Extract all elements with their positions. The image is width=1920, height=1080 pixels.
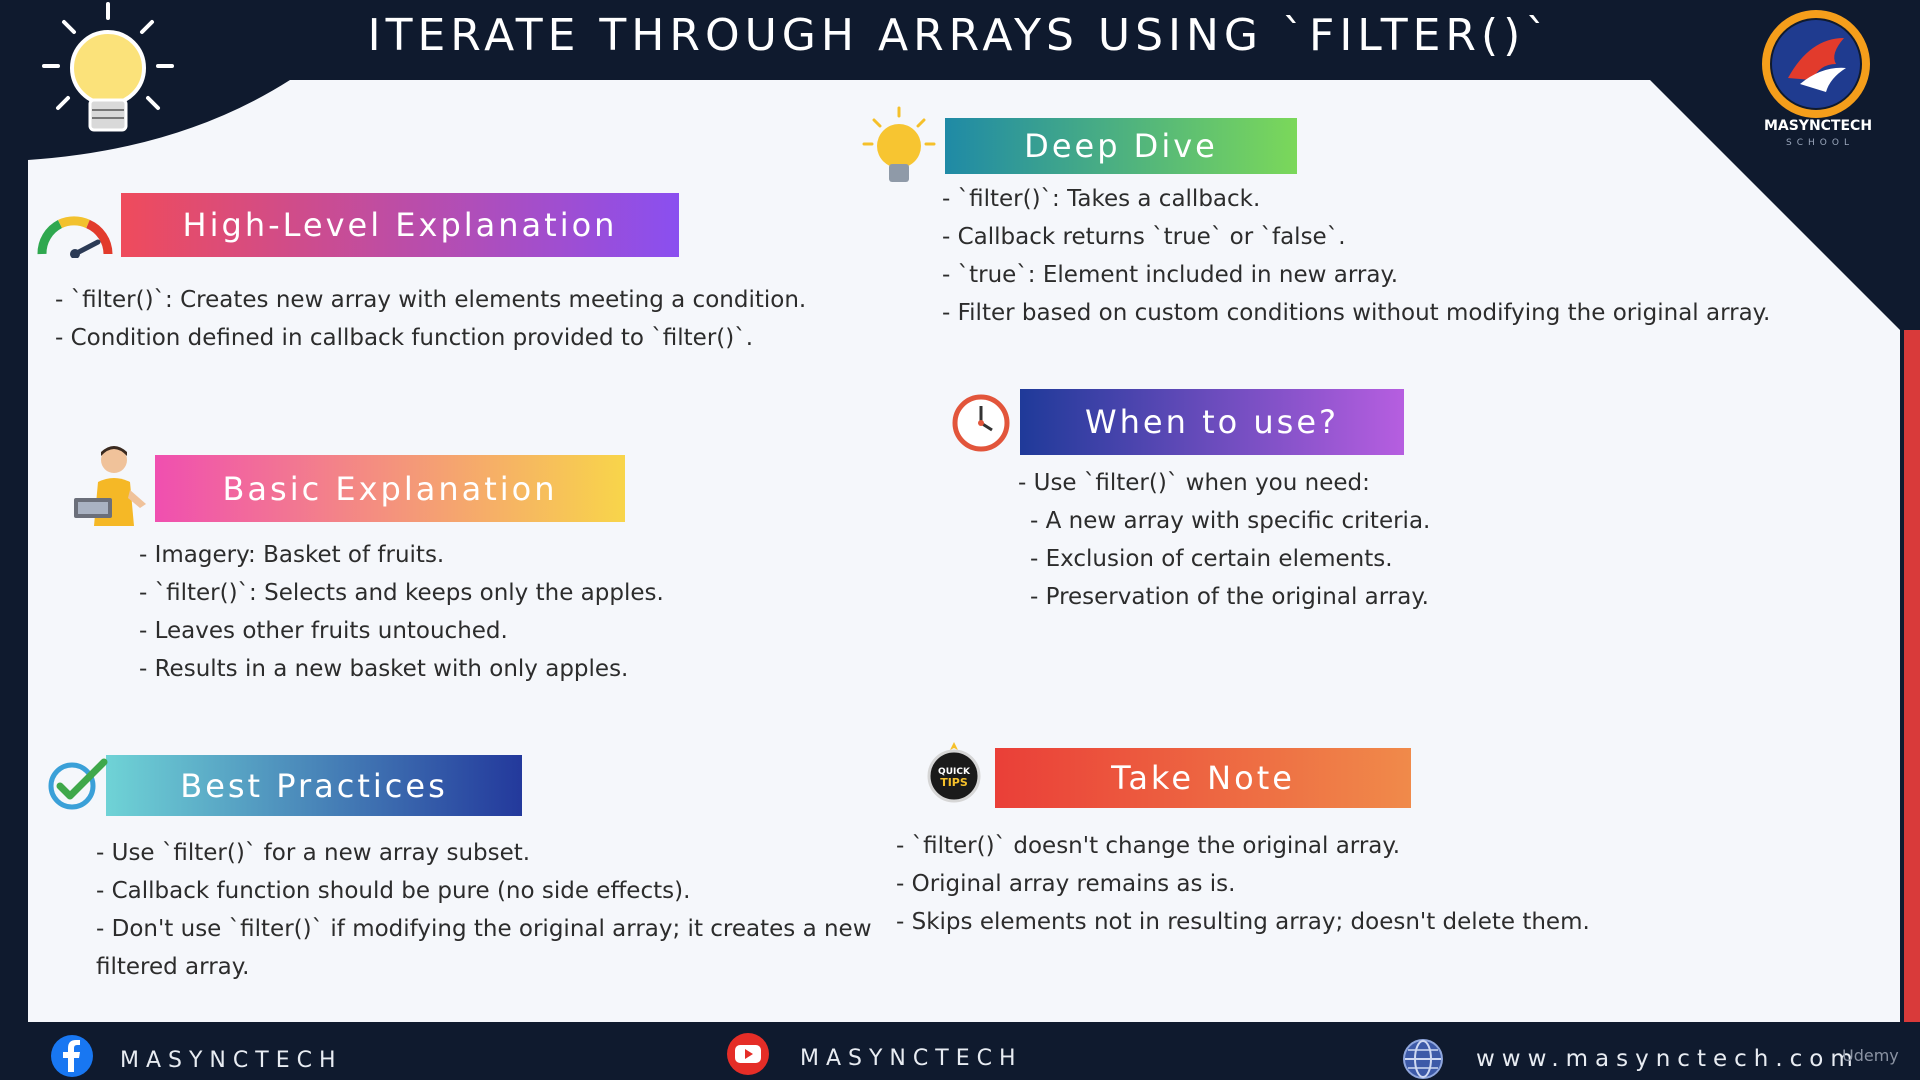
list-item: - Preservation of the original array.	[1030, 584, 1429, 610]
brand-subtitle: SCHOOL	[1786, 138, 1854, 148]
svg-text:TIPS: TIPS	[940, 776, 968, 789]
list-item: - `filter()`: Creates new array with ele…	[55, 287, 807, 313]
quick-tips-icon: QUICK TIPS	[927, 742, 981, 803]
website-url[interactable]: www.masynctech.com	[1476, 1046, 1860, 1072]
slide: ITERATE THROUGH ARRAYS USING `FILTER()` …	[0, 0, 1920, 1080]
list-item: - Leaves other fruits untouched.	[139, 618, 508, 644]
list-item: - Results in a new basket with only appl…	[139, 656, 629, 682]
list-item: - Skips elements not in resulting array;…	[896, 909, 1590, 935]
best-heading: Best Practices	[180, 766, 448, 805]
brand-name: MASYNCTECH	[1763, 118, 1873, 134]
list-item: - Don't use `filter()` if modifying the …	[96, 916, 872, 942]
list-item: - `filter()` doesn't change the original…	[896, 833, 1401, 859]
deep-dive-lightbulb-icon	[862, 106, 936, 182]
list-item: - `true`: Element included in new array.	[942, 262, 1399, 288]
when-list: - Use `filter()` when you need: - A new …	[1018, 464, 1430, 616]
deep-dive-heading: Deep Dive	[1024, 127, 1218, 165]
list-item: - `filter()`: Takes a callback.	[942, 186, 1261, 212]
note-list: - `filter()` doesn't change the original…	[896, 827, 1590, 941]
speedometer-icon	[37, 216, 113, 258]
basic-heading: Basic Explanation	[222, 469, 558, 508]
clock-icon	[952, 394, 1010, 452]
youtube-handle[interactable]: MASYNCTECH	[800, 1046, 1023, 1071]
list-item: - Use `filter()` for a new array subset.	[96, 840, 531, 866]
list-item: - `filter()`: Selects and keeps only the…	[139, 580, 664, 606]
page-title: ITERATE THROUGH ARRAYS USING `FILTER()`	[367, 10, 1553, 61]
when-heading: When to use?	[1085, 403, 1339, 441]
list-item: - Imagery: Basket of fruits.	[139, 542, 445, 568]
list-item: - Original array remains as is.	[896, 871, 1236, 897]
list-item: - Filter based on custom conditions with…	[942, 300, 1771, 326]
facebook-handle[interactable]: MASYNCTECH	[120, 1048, 343, 1073]
high-level-heading: High-Level Explanation	[182, 206, 618, 244]
list-item: - Callback function should be pure (no s…	[96, 878, 691, 904]
globe-icon[interactable]	[1402, 1038, 1444, 1080]
list-item: - Callback returns `true` or `false`.	[942, 224, 1346, 250]
list-item: - Condition defined in callback function…	[55, 325, 754, 351]
list-item: - Exclusion of certain elements.	[1030, 546, 1393, 572]
person-laptop-icon	[74, 446, 146, 526]
checkmark-icon	[48, 758, 108, 810]
basic-list: - Imagery: Basket of fruits. - `filter()…	[139, 536, 664, 688]
high-level-list: - `filter()`: Creates new array with ele…	[55, 281, 806, 357]
note-heading: Take Note	[1111, 759, 1295, 797]
list-item: - Use `filter()` when you need:	[1018, 470, 1370, 496]
best-list: - Use `filter()` for a new array subset.…	[96, 834, 872, 986]
list-item: - A new array with specific criteria.	[1030, 508, 1431, 534]
masynctech-logo	[1762, 10, 1870, 118]
lightbulb-icon	[42, 2, 174, 132]
facebook-icon[interactable]	[50, 1034, 94, 1078]
udemy-watermark: Udemy	[1842, 1046, 1899, 1065]
deep-dive-list: - `filter()`: Takes a callback. - Callba…	[942, 180, 1770, 332]
youtube-icon[interactable]	[724, 1032, 772, 1076]
list-item: filtered array.	[96, 954, 250, 980]
